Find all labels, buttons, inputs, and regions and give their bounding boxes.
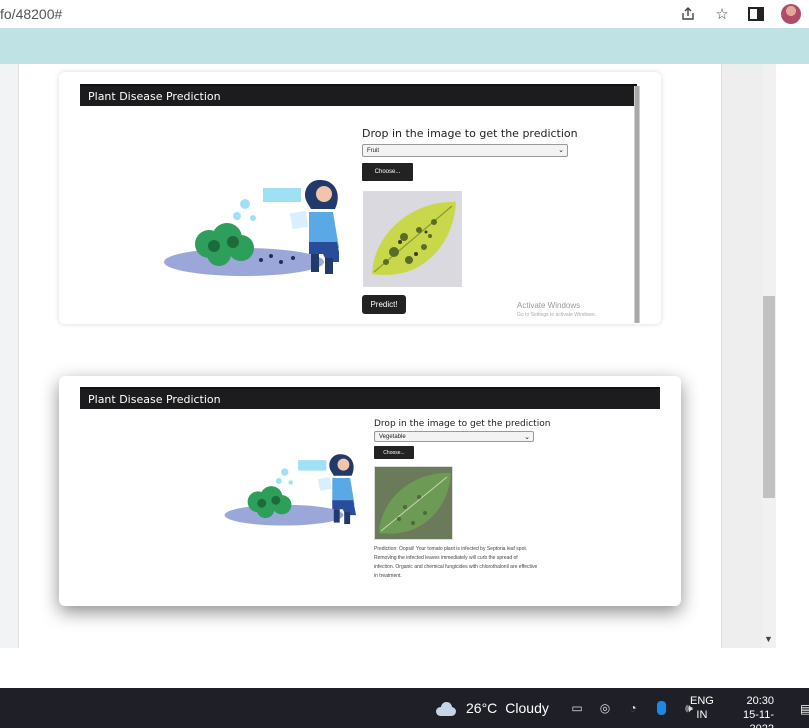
region-code: IN	[696, 709, 708, 721]
notification-icon[interactable]: ▤	[800, 702, 809, 716]
activate-windows-subtitle: Go to Settings to activate Windows.	[517, 312, 596, 318]
prediction-text: Prediction: Oopsii! Your tomato plant is…	[374, 546, 538, 579]
address-bar[interactable]: fo/48200# ☆	[0, 0, 809, 28]
app-header: Plant Disease Prediction	[80, 84, 637, 106]
right-gutter	[722, 64, 762, 648]
uploaded-leaf-image	[374, 466, 453, 540]
gardener-illustration	[164, 180, 339, 276]
page-bottom	[0, 648, 809, 688]
predict-button[interactable]: Predict!	[362, 295, 406, 314]
chevron-down-icon: ⌄	[558, 147, 564, 154]
inner-scrollbar	[634, 86, 640, 323]
app-title: Plant Disease Prediction	[88, 90, 221, 103]
taskbar: 26°C Cloudy ▭ ◎ ◔ 🕪 ENG IN 20:30 15-11-2…	[0, 688, 809, 728]
app-header: Plant Disease Prediction	[80, 387, 660, 409]
address-bar-icons: ☆	[679, 0, 809, 28]
screenshot-vegetable: Plant Disease Prediction Drop in the ima…	[59, 376, 681, 606]
drop-prompt: Drop in the image to get the prediction	[374, 419, 551, 429]
category-select[interactable]: Fruit ⌄	[362, 144, 568, 157]
screenshot-fruit: Plant Disease Prediction Drop in the ima…	[59, 72, 661, 324]
bluetooth-icon[interactable]	[654, 701, 668, 715]
camera-icon[interactable]: ◎	[598, 701, 612, 715]
uploaded-leaf-image	[363, 191, 462, 287]
battery-icon[interactable]: ▭	[570, 701, 584, 715]
clock-time: 20:30	[746, 695, 774, 707]
scroll-thumb[interactable]	[763, 296, 775, 498]
temperature: 26°C	[466, 700, 498, 716]
choose-file-button[interactable]: Choose...	[374, 446, 414, 459]
cloud-icon	[434, 701, 458, 716]
share-icon[interactable]	[679, 5, 697, 23]
star-icon[interactable]: ☆	[713, 5, 731, 23]
gardener-illustration	[224, 454, 357, 526]
language-indicator[interactable]: ENG IN	[690, 694, 714, 722]
select-value: Vegetable	[379, 433, 406, 440]
left-gutter	[0, 64, 18, 648]
select-value: Fruit	[367, 147, 379, 154]
scroll-down-icon[interactable]: ▼	[764, 634, 773, 644]
clock-date: 15-11-2022	[743, 709, 774, 728]
profile-avatar[interactable]	[781, 4, 801, 24]
choose-file-button[interactable]: Choose...	[362, 163, 413, 181]
language-code: ENG	[690, 695, 714, 707]
wifi-icon[interactable]: ◔	[626, 701, 640, 715]
page-scrollbar[interactable]: ▼	[762, 64, 776, 648]
side-panel-icon[interactable]	[747, 5, 765, 23]
bookmark-bar	[0, 28, 809, 64]
page-viewport: ▼ Plant Disease Prediction Drop in the i…	[0, 64, 809, 648]
category-select[interactable]: Vegetable ⌄	[374, 431, 534, 442]
drop-prompt: Drop in the image to get the prediction	[362, 127, 578, 140]
url-text[interactable]: fo/48200#	[0, 6, 62, 22]
weather-condition: Cloudy	[505, 700, 549, 716]
clock[interactable]: 20:30 15-11-2022	[728, 694, 774, 728]
system-tray: ▭ ◎ ◔ 🕪	[570, 688, 696, 728]
chevron-down-icon: ⌄	[524, 434, 530, 441]
screen: fo/48200# ☆ ▼ Plant Disease Prediction D…	[0, 0, 809, 728]
activate-windows-title: Activate Windows	[517, 301, 581, 310]
app-title: Plant Disease Prediction	[88, 393, 221, 406]
weather-widget[interactable]: 26°C Cloudy	[434, 688, 549, 728]
right-edge	[776, 64, 809, 648]
